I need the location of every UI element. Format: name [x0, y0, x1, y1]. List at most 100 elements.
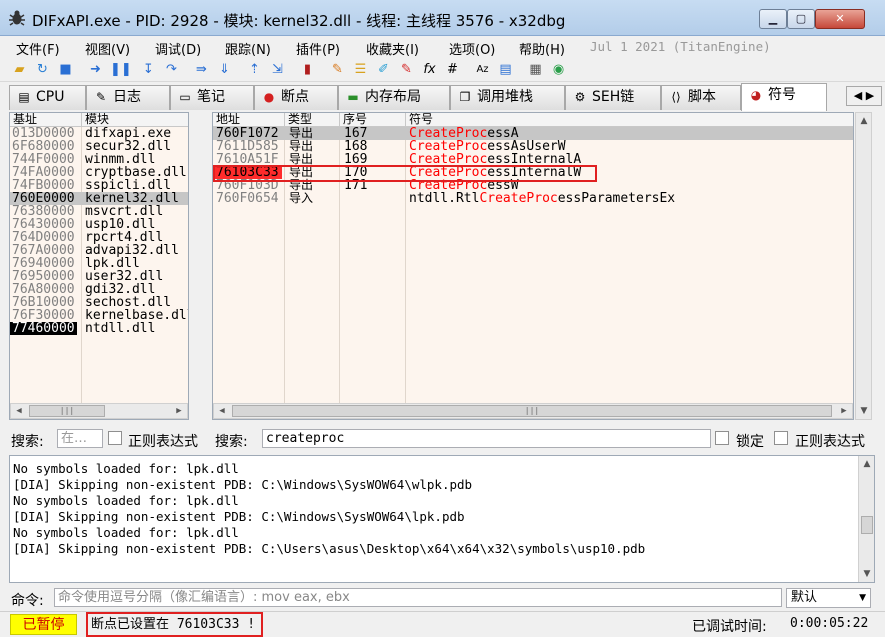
calculator-icon[interactable]: ▦	[527, 61, 544, 78]
scroll-thumb[interactable]: |||	[29, 405, 105, 417]
menu-file[interactable]: 文件(F)	[16, 39, 60, 58]
minimize-button[interactable]: ▁	[759, 9, 787, 29]
symbol-suffix: essParametersEx	[557, 191, 676, 206]
scroll-down-icon[interactable]: ▼	[856, 403, 872, 419]
status-message: 断点已设置在 76103C33 !	[86, 612, 263, 637]
debug-time: 0:00:05:22	[790, 616, 869, 631]
symbol-search-label: 搜索:	[215, 434, 248, 450]
menu-options[interactable]: 选项(O)	[449, 39, 495, 58]
stop-icon[interactable]: ■	[57, 61, 74, 78]
tab-notes[interactable]: ▭ 笔记	[170, 85, 254, 110]
menu-help[interactable]: 帮助(H)	[519, 39, 565, 58]
patch-icon[interactable]: ✎	[329, 61, 346, 78]
scroll-thumb[interactable]	[861, 516, 873, 534]
symbol-search-input[interactable]: createproc	[262, 429, 711, 448]
memory-icon: ▬	[347, 90, 359, 104]
module-search-input[interactable]: 在…	[57, 429, 103, 448]
globe-icon[interactable]: ◉	[550, 61, 567, 78]
close-button[interactable]: ✕	[815, 9, 865, 29]
module-row[interactable]: 77460000 ntdll.dll	[10, 322, 188, 335]
command-input[interactable]: 命令使用逗号分隔（像汇编语言）: mov eax, ebx	[54, 588, 782, 607]
lock-label: 锁定	[736, 434, 764, 450]
functions-icon[interactable]: fx	[421, 61, 438, 78]
module-regex-checkbox[interactable]	[108, 431, 122, 445]
symbol-name: ntdll.RtlCreateProcessParametersEx	[409, 192, 675, 205]
bug-icon	[8, 9, 26, 27]
header-type[interactable]: 类型	[285, 113, 340, 127]
scroll-left-icon[interactable]: ◀	[11, 404, 27, 418]
bookmarks-icon[interactable]: ✎	[398, 61, 415, 78]
tab-symbols[interactable]: ◕ 符号	[741, 83, 827, 111]
header-base[interactable]: 基址	[10, 113, 82, 127]
maximize-button[interactable]: ▢	[787, 9, 815, 29]
menu-view[interactable]: 视图(V)	[85, 39, 130, 58]
log-line: No symbols loaded for: lpk.dll	[13, 525, 239, 540]
settings-icon[interactable]: ▤	[497, 61, 514, 78]
run-to-user-code-icon[interactable]: ⇲	[269, 61, 286, 78]
log-line: No symbols loaded for: lpk.dll	[13, 493, 239, 508]
menu-trace[interactable]: 跟踪(N)	[225, 39, 271, 58]
tab-script[interactable]: ⟨⟩ 脚本	[661, 85, 741, 110]
chevron-left-icon: ◀	[853, 89, 863, 102]
minimize-icon: ▁	[768, 12, 778, 25]
menu-favourites[interactable]: 收藏夹(I)	[366, 39, 419, 58]
module-hscrollbar[interactable]: ◀ ||| ▶	[10, 403, 188, 419]
module-regex-label: 正则表达式	[128, 434, 198, 450]
labels-icon[interactable]: ✐	[375, 61, 392, 78]
tab-cpu[interactable]: ▤ CPU	[9, 85, 86, 110]
tab-bar: ▤ CPU ✎ 日志 ▭ 笔记 ● 断点 ▬ 内存布局 ❐ 调用堆栈 ⚙ SEH链 ⟨⟩ 脚本 …	[0, 83, 885, 111]
open-icon[interactable]: ▰	[11, 61, 28, 78]
header-symbol[interactable]: 符号	[406, 113, 853, 127]
tab-memory-map[interactable]: ▬ 内存布局	[338, 85, 450, 110]
execute-till-return-icon[interactable]: ⇡	[246, 61, 263, 78]
scroll-left-icon[interactable]: ◀	[214, 404, 230, 418]
chevron-right-icon: ▶	[865, 89, 875, 102]
lock-checkbox[interactable]	[715, 431, 729, 445]
font-icon[interactable]: Aᴢ	[474, 61, 491, 78]
symbol-icon: ◕	[750, 88, 762, 102]
tab-scroll-arrows[interactable]: ◀ ▶	[846, 86, 882, 106]
scroll-right-icon[interactable]: ▶	[171, 404, 187, 418]
step-over-icon[interactable]: ↷	[163, 61, 180, 78]
tab-log[interactable]: ✎ 日志	[86, 85, 170, 110]
notes-icon: ▭	[179, 90, 191, 104]
cpu-icon: ▤	[18, 90, 30, 104]
tab-call-stack[interactable]: ❐ 调用堆栈	[450, 85, 565, 110]
scroll-up-icon[interactable]: ▲	[856, 113, 872, 129]
scroll-thumb[interactable]: |||	[232, 405, 832, 417]
trace-into-icon[interactable]: ⇛	[193, 61, 210, 78]
scylla-icon[interactable]: ▮	[299, 61, 316, 78]
header-module[interactable]: 模块	[82, 113, 188, 127]
log-vscrollbar[interactable]: ▲ ▼	[858, 456, 874, 582]
tab-breakpoints[interactable]: ● 断点	[254, 85, 338, 110]
scroll-right-icon[interactable]: ▶	[836, 404, 852, 418]
search-row: 搜索: 在… 正则表达式 搜索: createproc 锁定 正则表达式	[0, 427, 885, 451]
symbol-list: 地址 类型 序号 符号 760F1072 导出 167 CreateProcessA 7…	[212, 112, 854, 420]
symbol-regex-checkbox[interactable]	[774, 431, 788, 445]
header-ordinal[interactable]: 序号	[340, 113, 406, 127]
log-line: No symbols loaded for: lpk.dll	[13, 461, 239, 476]
step-into-icon[interactable]: ↧	[140, 61, 157, 78]
symbol-row[interactable]: 760F0654 导入 ntdll.RtlCreateProcessParamete…	[213, 192, 853, 206]
menu-plugins[interactable]: 插件(P)	[296, 39, 340, 58]
log-line: [DIA] Skipping non-existent PDB: C:\User…	[13, 541, 646, 556]
menu-bar: 文件(F) 视图(V) 调试(D) 跟踪(N) 插件(P) 收藏夹(I) 选项(…	[0, 36, 885, 58]
command-type-select[interactable]: 默认 ▼	[786, 588, 871, 608]
pause-icon[interactable]: ❚❚	[110, 61, 132, 78]
symbol-vscrollbar[interactable]: ▲ ▼	[855, 112, 872, 420]
log-view[interactable]: No symbols loaded for: lpk.dll [DIA] Skip…	[9, 455, 875, 583]
trace-over-icon[interactable]: ⇓	[216, 61, 233, 78]
scroll-down-icon[interactable]: ▼	[859, 566, 874, 582]
build-date: Jul 1 2021 (TitanEngine)	[590, 39, 771, 54]
header-address[interactable]: 地址	[213, 113, 285, 127]
tab-seh-chain[interactable]: ⚙ SEH链	[565, 85, 661, 110]
restart-icon[interactable]: ↻	[34, 61, 51, 78]
menu-debug[interactable]: 调试(D)	[155, 39, 201, 58]
comments-icon[interactable]: ☰	[352, 61, 369, 78]
variables-icon[interactable]: #	[444, 61, 461, 78]
scroll-up-icon[interactable]: ▲	[859, 456, 874, 472]
run-icon[interactable]: ➜	[87, 61, 104, 78]
symbol-hscrollbar[interactable]: ◀ ||| ▶	[213, 403, 853, 419]
symbol-match: CreateProc	[479, 191, 558, 206]
log-line: [DIA] Skipping non-existent PDB: C:\Wind…	[13, 509, 465, 524]
